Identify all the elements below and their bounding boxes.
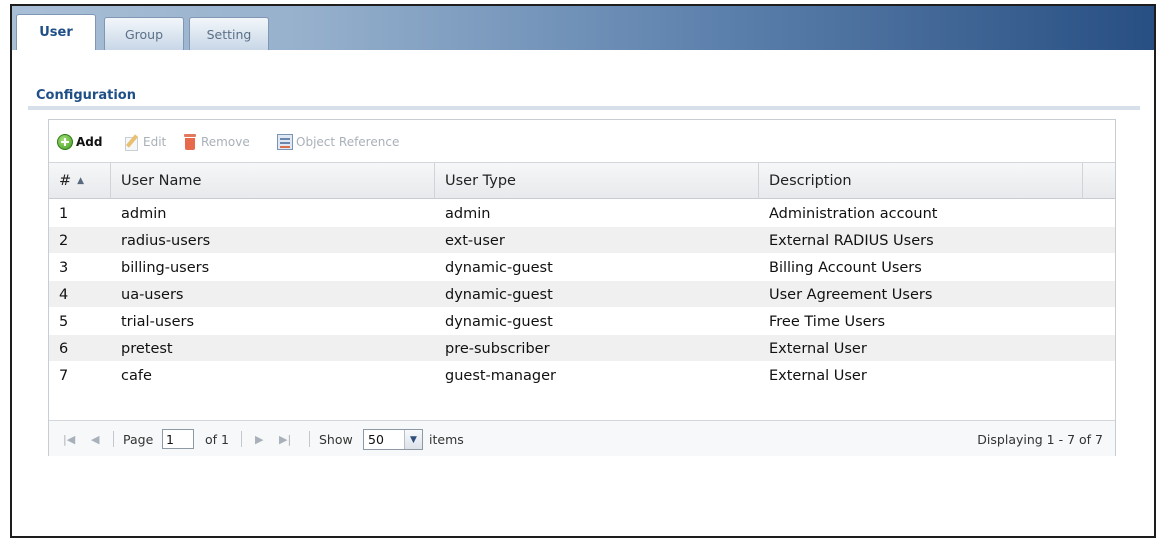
chevron-down-icon[interactable]: ▼	[404, 430, 422, 449]
table-row[interactable]: 6 pretest pre-subscriber External User	[49, 335, 1115, 362]
cell-description: External User	[769, 367, 867, 384]
edit-label: Edit	[143, 135, 167, 149]
page-size-select[interactable]: 50 ▼	[363, 429, 423, 450]
cell-user-name: admin	[121, 205, 167, 222]
object-reference-button[interactable]: Object Reference	[277, 132, 399, 152]
pagination-bar: |◀ ◀ Page of 1 ▶ ▶| Show 50 ▼ items Disp…	[49, 420, 1115, 456]
page-number-input[interactable]	[162, 429, 194, 449]
cell-index: 4	[59, 286, 69, 303]
cell-description: User Agreement Users	[769, 286, 933, 303]
cell-description: Billing Account Users	[769, 259, 922, 276]
trash-icon	[182, 134, 198, 150]
remove-button[interactable]: Remove	[182, 132, 250, 152]
cell-description: Administration account	[769, 205, 938, 222]
column-label: #	[59, 173, 72, 189]
prev-page-icon[interactable]: ◀	[91, 430, 99, 448]
object-reference-label: Object Reference	[296, 135, 400, 149]
cell-index: 7	[59, 367, 69, 384]
page-input-wrap	[162, 429, 194, 449]
table-body: 1 admin admin Administration account 2 r…	[49, 200, 1115, 389]
cell-user-type: admin	[445, 205, 491, 222]
toolbar: Add Edit Remove Object Reference	[49, 120, 1115, 162]
sort-ascending-icon: ▲	[77, 176, 85, 186]
add-label: Add	[76, 135, 103, 149]
page-count: of 1	[205, 431, 229, 447]
table-row[interactable]: 7 cafe guest-manager External User	[49, 362, 1115, 389]
cell-user-type: dynamic-guest	[445, 313, 553, 330]
cell-user-name: billing-users	[121, 259, 210, 276]
table-row[interactable]: 2 radius-users ext-user External RADIUS …	[49, 227, 1115, 254]
cell-user-name: radius-users	[121, 232, 211, 249]
cell-description: Free Time Users	[769, 313, 886, 330]
cell-user-name: pretest	[121, 340, 173, 357]
column-header-user-name[interactable]: User Name	[111, 163, 435, 199]
cell-index: 3	[59, 259, 69, 276]
add-button[interactable]: Add	[57, 132, 102, 152]
table-row[interactable]: 1 admin admin Administration account	[49, 200, 1115, 227]
section-divider	[28, 106, 1140, 110]
column-label: User Type	[445, 173, 516, 189]
column-header-description[interactable]: Description	[759, 163, 1083, 199]
table-row[interactable]: 3 billing-users dynamic-guest Billing Ac…	[49, 254, 1115, 281]
cell-user-name: trial-users	[121, 313, 195, 330]
remove-label: Remove	[201, 135, 250, 149]
divider	[241, 431, 242, 447]
tab-group[interactable]: Group	[104, 17, 184, 50]
cell-index: 6	[59, 340, 69, 357]
cell-user-type: dynamic-guest	[445, 286, 553, 303]
cell-user-type: guest-manager	[445, 367, 556, 384]
cell-user-name: ua-users	[121, 286, 184, 303]
page-size-value: 50	[368, 432, 384, 447]
cell-description: External RADIUS Users	[769, 232, 934, 249]
cell-user-type: pre-subscriber	[445, 340, 550, 357]
main-window: User Group Setting Configuration Add Edi…	[10, 4, 1156, 538]
tab-bar: User Group Setting	[12, 6, 1154, 50]
page-label: Page	[123, 431, 154, 447]
column-header-user-type[interactable]: User Type	[435, 163, 759, 199]
cell-index: 1	[59, 205, 69, 222]
table-header: # ▲ User Name User Type Description	[49, 162, 1115, 199]
cell-user-name: cafe	[121, 367, 152, 384]
section-title: Configuration	[36, 88, 136, 103]
displaying-count: Displaying 1 - 7 of 7	[977, 431, 1103, 447]
column-label: Description	[769, 173, 852, 189]
tab-user[interactable]: User	[16, 14, 96, 50]
next-page-icon[interactable]: ▶	[255, 430, 263, 448]
cell-user-type: dynamic-guest	[445, 259, 553, 276]
divider	[113, 431, 114, 447]
add-circle-icon	[57, 134, 73, 150]
cell-description: External User	[769, 340, 867, 357]
cell-user-type: ext-user	[445, 232, 505, 249]
object-reference-icon	[277, 134, 293, 150]
divider	[309, 431, 310, 447]
cell-index: 2	[59, 232, 69, 249]
tab-setting[interactable]: Setting	[189, 17, 269, 50]
column-header-index[interactable]: # ▲	[49, 163, 111, 199]
first-page-icon[interactable]: |◀	[63, 430, 75, 448]
show-label: Show	[319, 431, 353, 447]
table-row[interactable]: 5 trial-users dynamic-guest Free Time Us…	[49, 308, 1115, 335]
last-page-icon[interactable]: ▶|	[279, 430, 291, 448]
items-label: items	[429, 431, 464, 447]
edit-button[interactable]: Edit	[124, 132, 166, 152]
cell-index: 5	[59, 313, 69, 330]
pencil-edit-icon	[124, 134, 140, 151]
user-grid-panel: Add Edit Remove Object Reference # ▲ Use…	[48, 119, 1116, 456]
column-label: User Name	[121, 173, 202, 189]
table-row[interactable]: 4 ua-users dynamic-guest User Agreement …	[49, 281, 1115, 308]
